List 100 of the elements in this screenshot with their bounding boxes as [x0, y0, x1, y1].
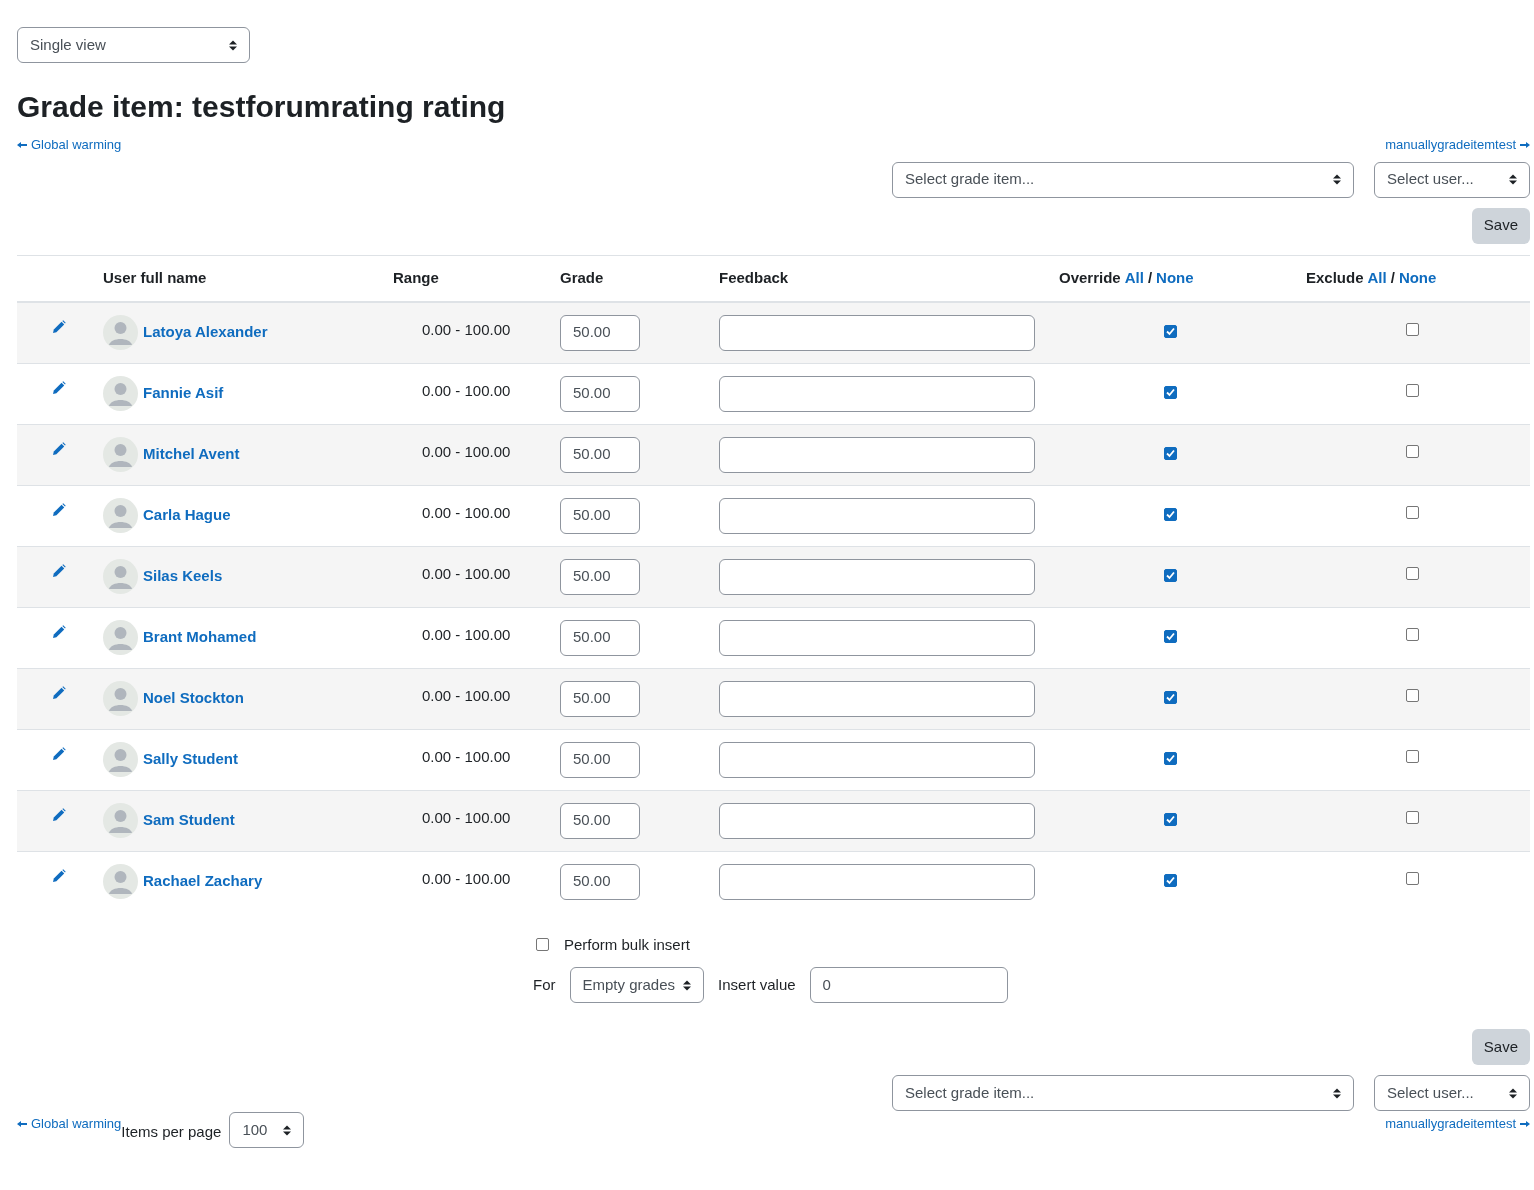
feedback-input[interactable] — [719, 436, 1035, 473]
feedback-input[interactable] — [719, 375, 1035, 412]
next-link[interactable]: manuallygradeitemtest — [1385, 1114, 1530, 1134]
user-name-link[interactable]: Latoya Alexander — [143, 321, 268, 344]
select-all-link[interactable]: All — [1124, 266, 1144, 290]
feedback-input[interactable] — [719, 497, 1035, 534]
view-select[interactable]: Single view — [17, 27, 250, 63]
sort-arrows-icon — [1509, 174, 1517, 185]
edit-pencil-icon[interactable] — [51, 319, 66, 334]
user-select[interactable]: Select user... — [1374, 1075, 1530, 1111]
avatar-icon — [103, 437, 138, 472]
left-arrow-icon — [17, 141, 27, 148]
items-per-page-label: Items per page — [121, 1123, 222, 1142]
select-none-link[interactable]: None — [1398, 266, 1437, 290]
exclude-checkbox[interactable] — [1406, 749, 1419, 763]
previous-link[interactable]: Global warming — [17, 135, 122, 155]
range-text: 0.00 - 100.00 — [422, 503, 511, 521]
sort-arrows-icon — [229, 39, 237, 51]
page-title: Grade item: testforumrating rating — [17, 89, 507, 125]
edit-pencil-icon[interactable] — [51, 380, 66, 395]
user-name-link[interactable]: Fannie Asif — [143, 382, 224, 405]
left-arrow-icon — [17, 1120, 27, 1127]
override-checkbox[interactable] — [1164, 690, 1177, 704]
override-checkbox[interactable] — [1164, 568, 1177, 582]
user-name-link[interactable]: Noel Stockton — [143, 687, 244, 710]
right-arrow-icon — [1520, 141, 1530, 148]
grade-input[interactable]: 50.00 — [560, 436, 640, 473]
edit-pencil-icon[interactable] — [51, 441, 66, 456]
edit-pencil-icon[interactable] — [51, 868, 66, 883]
select-all-link[interactable]: All — [1367, 266, 1387, 290]
grade-input[interactable]: 50.00 — [560, 497, 640, 534]
exclude-checkbox[interactable] — [1406, 322, 1419, 336]
override-checkbox[interactable] — [1164, 812, 1177, 826]
sort-arrows-icon — [283, 1124, 292, 1136]
grade-input[interactable]: 50.00 — [560, 558, 640, 595]
feedback-input[interactable] — [719, 314, 1035, 351]
user-select[interactable]: Select user... — [1374, 161, 1530, 198]
exclude-checkbox[interactable] — [1406, 871, 1419, 885]
exclude-checkbox[interactable] — [1406, 810, 1419, 824]
next-link[interactable]: manuallygradeitemtest — [1385, 135, 1530, 155]
sort-arrows-icon — [1509, 1087, 1517, 1099]
grade-input[interactable]: 50.00 — [560, 741, 640, 778]
user-name-link[interactable]: Sally Student — [143, 748, 239, 771]
edit-pencil-icon[interactable] — [51, 685, 66, 700]
feedback-input[interactable] — [719, 619, 1035, 656]
feedback-input[interactable] — [719, 558, 1035, 595]
grade-input[interactable]: 50.00 — [560, 375, 640, 412]
grade-input[interactable]: 50.00 — [560, 680, 640, 717]
insert-value-label: Insert value — [718, 974, 796, 995]
edit-pencil-icon[interactable] — [51, 807, 66, 822]
feedback-input[interactable] — [719, 741, 1035, 778]
grade-item-select[interactable]: Select grade item... — [892, 161, 1354, 198]
bulk-insert-checkbox[interactable] — [536, 938, 549, 952]
for-label: For — [533, 974, 556, 995]
edit-pencil-icon[interactable] — [51, 563, 66, 578]
avatar-icon — [103, 742, 138, 777]
user-name-link[interactable]: Carla Hague — [143, 504, 231, 527]
override-checkbox[interactable] — [1164, 324, 1177, 338]
edit-pencil-icon[interactable] — [51, 624, 66, 639]
insert-value-input[interactable]: 0 — [809, 967, 1008, 1003]
exclude-checkbox[interactable] — [1406, 383, 1419, 397]
override-checkbox[interactable] — [1164, 873, 1177, 887]
grade-input[interactable]: 50.00 — [560, 619, 640, 656]
grade-input[interactable]: 50.00 — [560, 802, 640, 839]
user-name-link[interactable]: Mitchel Avent — [143, 443, 240, 466]
edit-pencil-icon[interactable] — [51, 746, 66, 761]
column-header: Feedback — [719, 267, 789, 288]
exclude-checkbox[interactable] — [1406, 505, 1419, 519]
range-text: 0.00 - 100.00 — [422, 808, 511, 826]
items-per-page-select[interactable]: 100 — [229, 1112, 305, 1148]
for-select[interactable]: Empty grades — [569, 967, 705, 1003]
user-name-link[interactable]: Brant Mohamed — [143, 626, 257, 649]
grade-item-select[interactable]: Select grade item... — [892, 1075, 1354, 1111]
feedback-input[interactable] — [719, 863, 1035, 900]
grade-input[interactable]: 50.00 — [560, 314, 640, 351]
exclude-checkbox[interactable] — [1406, 688, 1419, 702]
feedback-input[interactable] — [719, 802, 1035, 839]
feedback-input[interactable] — [719, 680, 1035, 717]
exclude-checkbox[interactable] — [1406, 627, 1419, 641]
user-name-link[interactable]: Silas Keels — [143, 565, 223, 588]
separator-slash: / — [1390, 267, 1395, 288]
exclude-checkbox[interactable] — [1406, 566, 1419, 580]
user-name-link[interactable]: Sam Student — [143, 809, 235, 832]
column-header: Override — [1059, 267, 1121, 288]
sort-arrows-icon — [1333, 1087, 1341, 1099]
range-text: 0.00 - 100.00 — [422, 442, 511, 460]
exclude-checkbox[interactable] — [1406, 444, 1419, 458]
save-button[interactable]: Save — [1471, 1029, 1530, 1065]
grade-input[interactable]: 50.00 — [560, 863, 640, 900]
edit-pencil-icon[interactable] — [51, 502, 66, 517]
override-checkbox[interactable] — [1164, 446, 1177, 460]
previous-link[interactable]: Global warming — [17, 1114, 122, 1134]
select-none-link[interactable]: None — [1156, 266, 1194, 290]
range-text: 0.00 - 100.00 — [422, 869, 511, 887]
override-checkbox[interactable] — [1164, 507, 1177, 521]
override-checkbox[interactable] — [1164, 629, 1177, 643]
user-name-link[interactable]: Rachael Zachary — [143, 870, 263, 893]
save-button[interactable]: Save — [1471, 207, 1530, 244]
override-checkbox[interactable] — [1164, 751, 1177, 765]
override-checkbox[interactable] — [1164, 385, 1177, 399]
